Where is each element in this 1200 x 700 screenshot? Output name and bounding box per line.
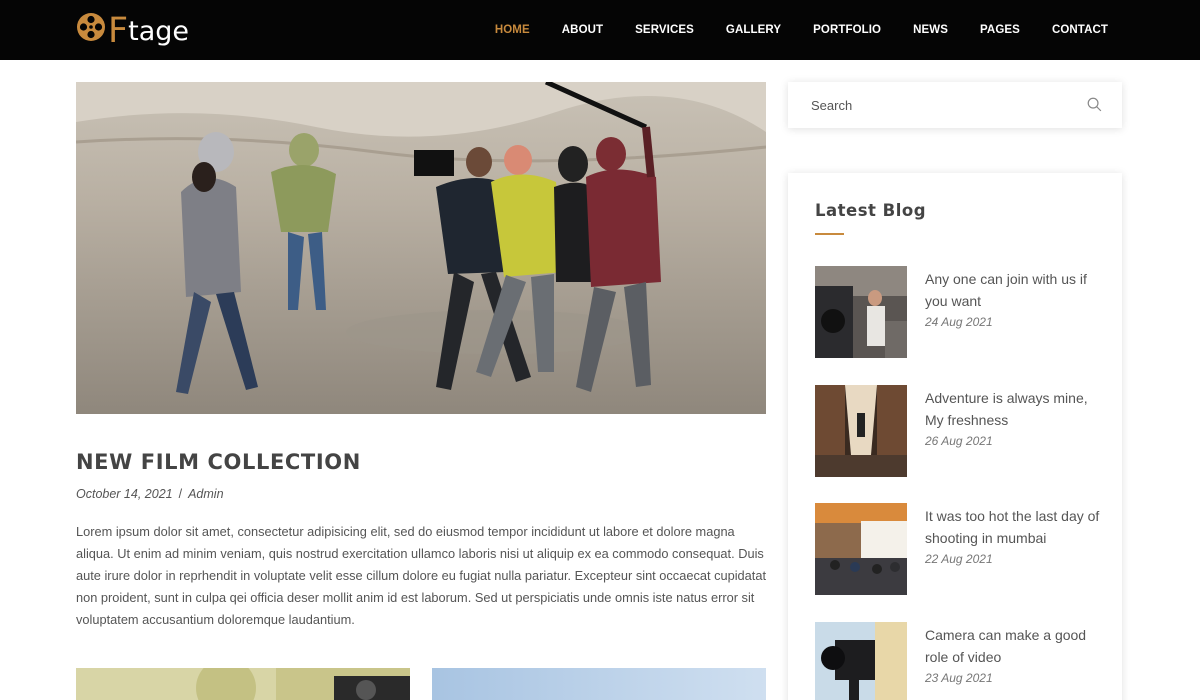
camera-photo bbox=[76, 668, 410, 700]
latest-blog-widget: Latest Blog Any one can join with us if … bbox=[788, 173, 1122, 700]
sky-photo bbox=[432, 668, 766, 700]
nav-contact[interactable]: CONTACT bbox=[1052, 24, 1108, 36]
nav-services[interactable]: SERVICES bbox=[635, 24, 694, 36]
blog-item-title[interactable]: Camera can make a good role of video bbox=[925, 624, 1105, 668]
main-nav: HOME ABOUT SERVICES GALLERY PORTFOLIO NE… bbox=[463, 0, 1108, 60]
post-featured-image[interactable] bbox=[76, 82, 766, 414]
video-camera-photo bbox=[815, 622, 907, 700]
title-divider bbox=[815, 233, 844, 235]
nav-pages[interactable]: PAGES bbox=[980, 24, 1020, 36]
nav-portfolio[interactable]: PORTFOLIO bbox=[813, 24, 881, 36]
post-title[interactable]: NEW FILM COLLECTION bbox=[76, 450, 361, 474]
logo-letter: F bbox=[108, 11, 129, 51]
site-logo[interactable]: F tage bbox=[76, 9, 189, 49]
camera-shop-photo bbox=[815, 266, 907, 358]
nav-gallery[interactable]: GALLERY bbox=[726, 24, 781, 36]
blog-thumbnail[interactable] bbox=[815, 503, 907, 595]
blog-item-title[interactable]: Adventure is always mine, My freshness bbox=[925, 387, 1105, 431]
blog-thumbnail[interactable] bbox=[815, 622, 907, 700]
logo-text: tage bbox=[128, 16, 190, 47]
blog-thumbnail[interactable] bbox=[815, 266, 907, 358]
post-meta: October 14, 2021 / Admin bbox=[76, 487, 224, 501]
search-input[interactable] bbox=[788, 82, 1078, 128]
site-header: F tage HOME ABOUT SERVICES GALLERY PORTF… bbox=[0, 0, 1200, 60]
next-post-image-right[interactable] bbox=[432, 668, 766, 700]
film-crew-photo bbox=[76, 82, 766, 414]
blog-item-date: 26 Aug 2021 bbox=[925, 434, 993, 448]
library-photo bbox=[815, 385, 907, 477]
blog-item-date: 24 Aug 2021 bbox=[925, 315, 993, 329]
search-icon[interactable] bbox=[1087, 97, 1102, 112]
nav-home[interactable]: HOME bbox=[495, 24, 530, 36]
latest-blog-item[interactable]: Any one can join with us if you want 24 … bbox=[815, 266, 1105, 358]
post-date: October 14, 2021 bbox=[76, 487, 173, 501]
latest-blog-item[interactable]: Adventure is always mine, My freshness 2… bbox=[815, 385, 1105, 477]
post-excerpt: Lorem ipsum dolor sit amet, consectetur … bbox=[76, 524, 767, 627]
next-post-image-left[interactable] bbox=[76, 668, 410, 700]
blog-item-title[interactable]: It was too hot the last day of shooting … bbox=[925, 505, 1105, 549]
search-widget bbox=[788, 82, 1122, 128]
blog-thumbnail[interactable] bbox=[815, 385, 907, 477]
film-set-photo bbox=[815, 503, 907, 595]
meta-separator: / bbox=[178, 487, 183, 501]
latest-blog-item[interactable]: It was too hot the last day of shooting … bbox=[815, 503, 1105, 595]
latest-blog-item[interactable]: Camera can make a good role of video 23 … bbox=[815, 622, 1105, 700]
blog-item-date: 23 Aug 2021 bbox=[925, 671, 993, 685]
blog-item-date: 22 Aug 2021 bbox=[925, 552, 993, 566]
widget-title: Latest Blog bbox=[815, 201, 927, 220]
blog-item-title[interactable]: Any one can join with us if you want bbox=[925, 268, 1105, 312]
post-author[interactable]: Admin bbox=[188, 487, 223, 501]
nav-news[interactable]: NEWS bbox=[913, 24, 948, 36]
nav-about[interactable]: ABOUT bbox=[562, 24, 603, 36]
film-reel-icon bbox=[77, 13, 105, 41]
